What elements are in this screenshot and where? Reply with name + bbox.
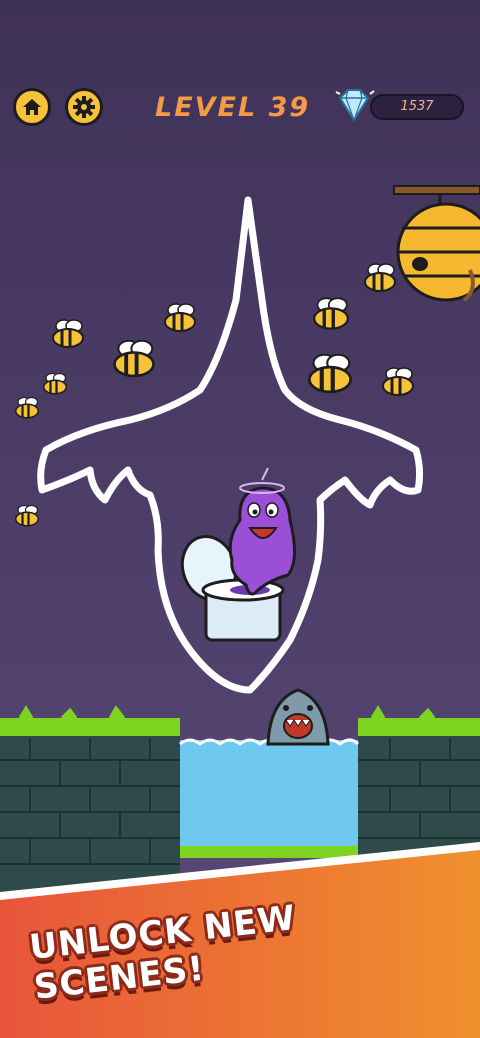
bee-icon xyxy=(43,372,67,395)
bee-icon xyxy=(308,353,352,394)
bee-icon xyxy=(113,339,155,378)
game-scene: LEVEL 39 1537 UNLOCK NEW SCENES! xyxy=(0,0,480,1038)
bee-icon xyxy=(15,504,39,527)
purple-monster xyxy=(228,467,296,596)
bee-icon xyxy=(382,367,414,396)
bee-icon xyxy=(313,297,349,330)
shark xyxy=(266,688,330,746)
bee-icon xyxy=(164,303,196,332)
level-artwork xyxy=(0,185,480,1038)
bee-icon xyxy=(52,319,84,348)
water-pool xyxy=(179,738,360,858)
beehive xyxy=(393,185,480,302)
bee-icon xyxy=(364,263,396,292)
bee-icon xyxy=(15,396,39,419)
